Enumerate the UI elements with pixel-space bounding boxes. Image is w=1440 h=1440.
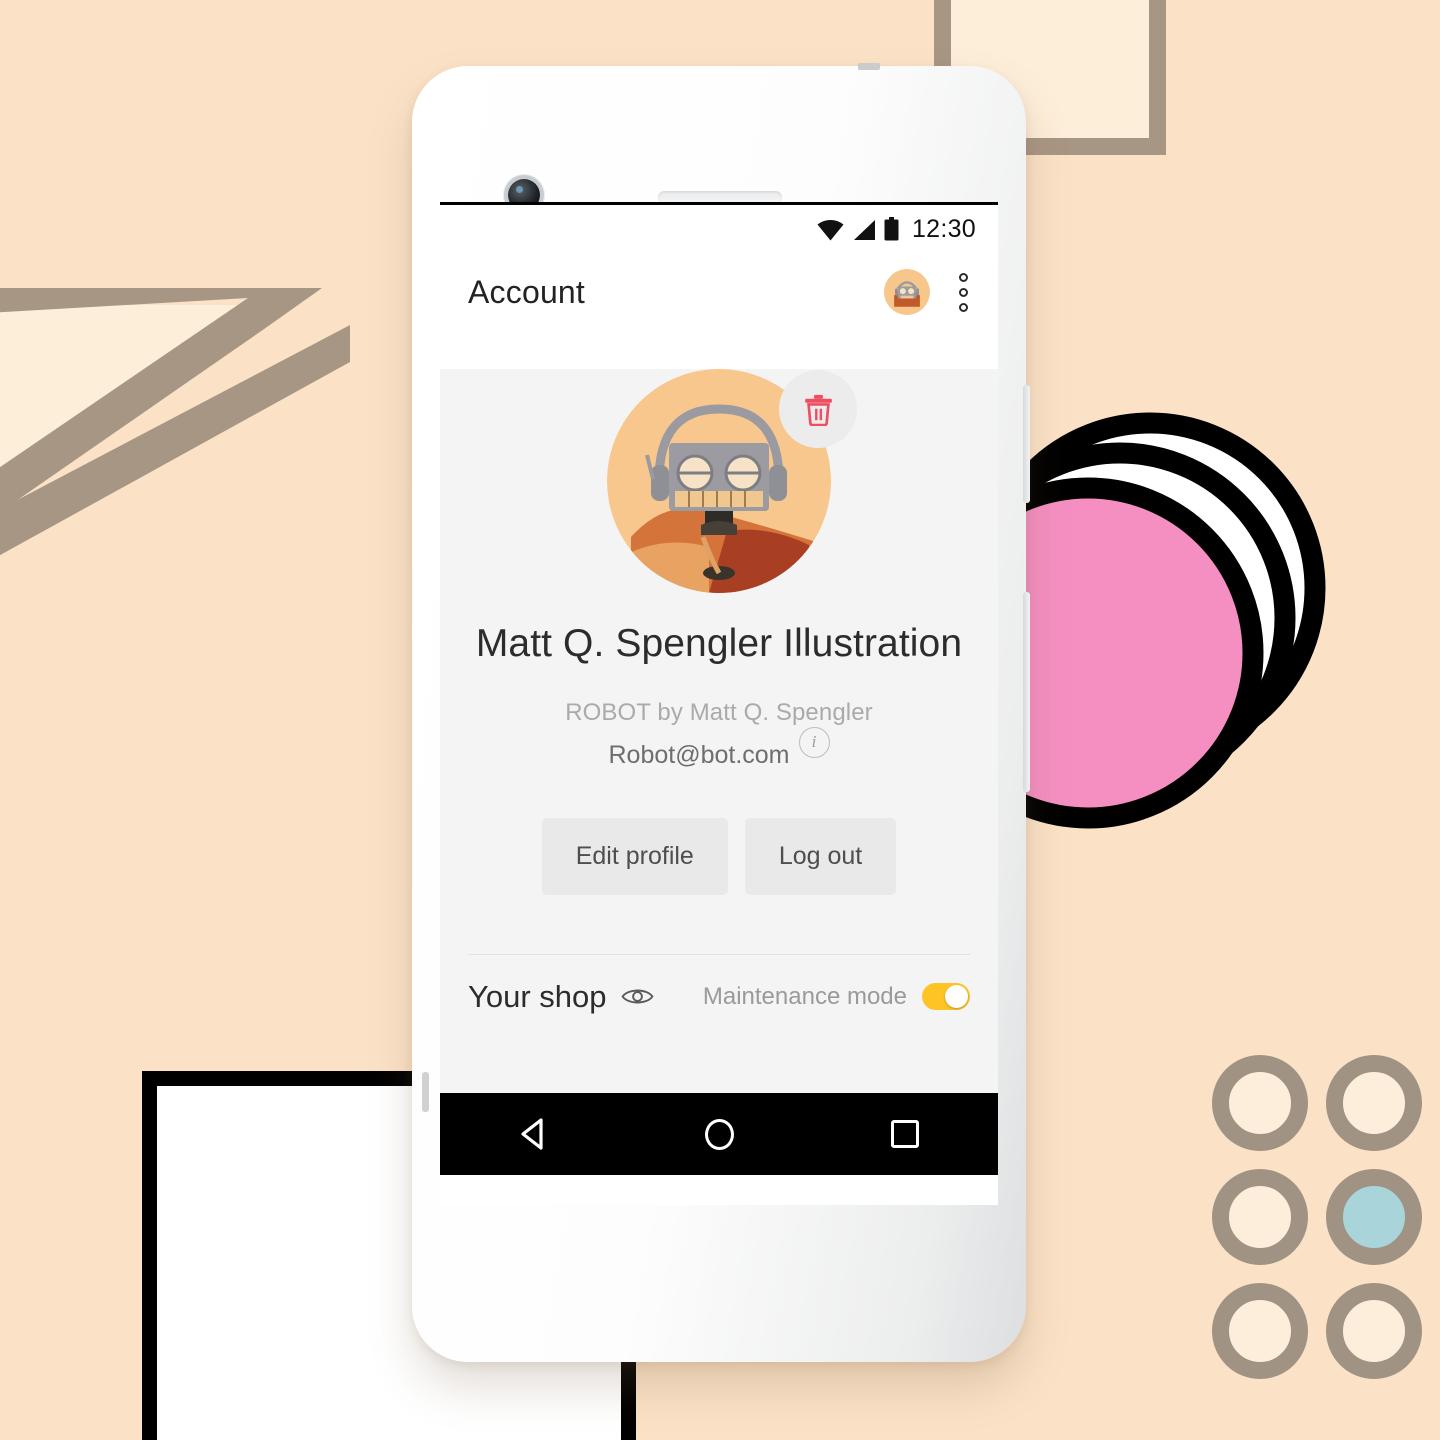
phone-power-button[interactable]: [1023, 385, 1030, 503]
status-bar-icons: [817, 217, 899, 241]
toggle-knob: [945, 985, 968, 1009]
phone-antenna-band-bottom: [422, 1072, 429, 1112]
ring: [1326, 1055, 1422, 1151]
log-out-button[interactable]: Log out: [744, 817, 897, 895]
edit-profile-button[interactable]: Edit profile: [541, 817, 728, 895]
profile-subtitle: ROBOT by Matt Q. Spengler: [565, 698, 873, 726]
stacked-circles-decoration: [1020, 408, 1440, 878]
ring-accent: [1326, 1169, 1422, 1265]
phone-mockup: 12:30 Account Matt Q. Spengler Illustrat…: [412, 63, 1030, 1362]
profile-avatar-wrapper: [607, 369, 857, 593]
page-title: Account: [468, 273, 586, 310]
maintenance-mode-toggle[interactable]: [922, 983, 970, 1011]
profile-name: Matt Q. Spengler Illustration: [475, 622, 963, 665]
avatar[interactable]: [884, 269, 930, 315]
back-triangle-icon: [521, 1118, 543, 1150]
triangle-outline-decoration: [0, 190, 350, 630]
battery-icon: [884, 217, 899, 241]
status-bar: 12:30: [440, 205, 998, 253]
phone-antenna-band: [858, 63, 880, 70]
phone-screen: 12:30 Account Matt Q. Spengler Illustrat…: [440, 202, 998, 1205]
your-shop-row: Your shop Maintenance mode: [440, 965, 998, 1029]
ring: [1212, 1169, 1308, 1265]
app-bar: Account: [440, 253, 998, 331]
ring-grid-decoration: [1203, 1046, 1440, 1388]
delete-avatar-button[interactable]: [779, 370, 857, 448]
nav-home-button[interactable]: [674, 1104, 764, 1164]
ring: [1326, 1283, 1422, 1379]
android-navigation-bar: [440, 1093, 998, 1175]
phone-volume-button[interactable]: [1023, 592, 1030, 792]
home-circle-icon: [704, 1118, 734, 1150]
nav-recents-button[interactable]: [860, 1104, 950, 1164]
eye-icon[interactable]: [621, 986, 655, 1007]
profile-action-buttons: Edit profile Log out: [440, 817, 998, 895]
ring: [1212, 1283, 1308, 1379]
account-content: Matt Q. Spengler Illustration ROBOT by M…: [440, 369, 998, 1175]
profile-email-row: Robot@bot.com i: [440, 726, 998, 770]
status-bar-clock: 12:30: [911, 214, 976, 243]
nav-back-button[interactable]: [488, 1104, 578, 1164]
info-icon[interactable]: i: [798, 726, 830, 758]
overflow-menu-icon[interactable]: [950, 267, 976, 317]
ring: [1212, 1055, 1308, 1151]
your-shop-title: Your shop: [468, 978, 607, 1014]
recents-square-icon: [891, 1120, 919, 1148]
wifi-icon: [817, 219, 844, 241]
section-divider: [468, 953, 970, 955]
trash-icon: [804, 394, 832, 426]
profile-email: Robot@bot.com: [608, 740, 790, 769]
maintenance-mode-label: Maintenance mode: [702, 982, 907, 1010]
signal-icon: [853, 220, 875, 240]
screenshot-canvas: 12:30 Account Matt Q. Spengler Illustrat…: [0, 0, 1440, 1440]
